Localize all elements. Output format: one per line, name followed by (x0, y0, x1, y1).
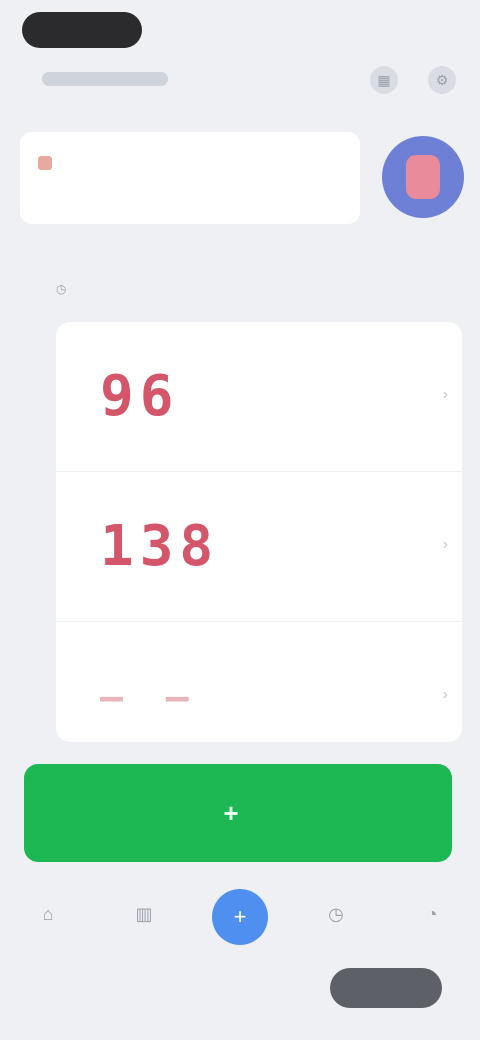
list-item[interactable]: — — › (56, 622, 462, 742)
plus-icon: + (223, 797, 239, 828)
home-indicator[interactable] (330, 968, 442, 1008)
tab-stats[interactable]: ▥ (114, 887, 174, 947)
tab-profile[interactable]: ◔ (402, 887, 462, 947)
chart-icon: ▥ (135, 903, 153, 924)
tab-history[interactable]: ◷ (306, 887, 366, 947)
avatar[interactable] (382, 136, 464, 218)
chevron-right-icon: › (442, 386, 448, 403)
hero-card[interactable] (20, 132, 360, 224)
plus-icon: + (212, 889, 268, 945)
bottom-tab-bar: ⌂ ▥ + ◷ ◔ (0, 878, 480, 956)
reading-value: — — (100, 675, 199, 719)
calendar-icon[interactable]: ▦ (370, 66, 398, 94)
readings-list: 96 › 138 › — — › (56, 322, 462, 742)
reading-value: 96 (100, 364, 180, 429)
list-item[interactable]: 96 › (56, 322, 462, 472)
reading-value: 138 (100, 514, 220, 579)
history-icon: ◷ (328, 903, 344, 924)
section-label: ◷ (56, 282, 74, 296)
status-pill (22, 12, 142, 48)
chevron-right-icon: › (442, 536, 448, 553)
list-item[interactable]: 138 › (56, 472, 462, 622)
clock-icon: ◷ (56, 282, 67, 296)
profile-icon: ◔ (426, 903, 438, 924)
chevron-right-icon: › (442, 686, 448, 703)
tab-add[interactable]: + (210, 887, 270, 947)
avatar-glyph (406, 155, 440, 199)
home-icon: ⌂ (42, 903, 54, 924)
settings-icon[interactable]: ⚙ (428, 66, 456, 94)
flag-icon (38, 156, 52, 170)
add-reading-button[interactable]: + (24, 764, 452, 862)
header-subtitle (42, 72, 168, 86)
tab-home[interactable]: ⌂ (18, 887, 78, 947)
